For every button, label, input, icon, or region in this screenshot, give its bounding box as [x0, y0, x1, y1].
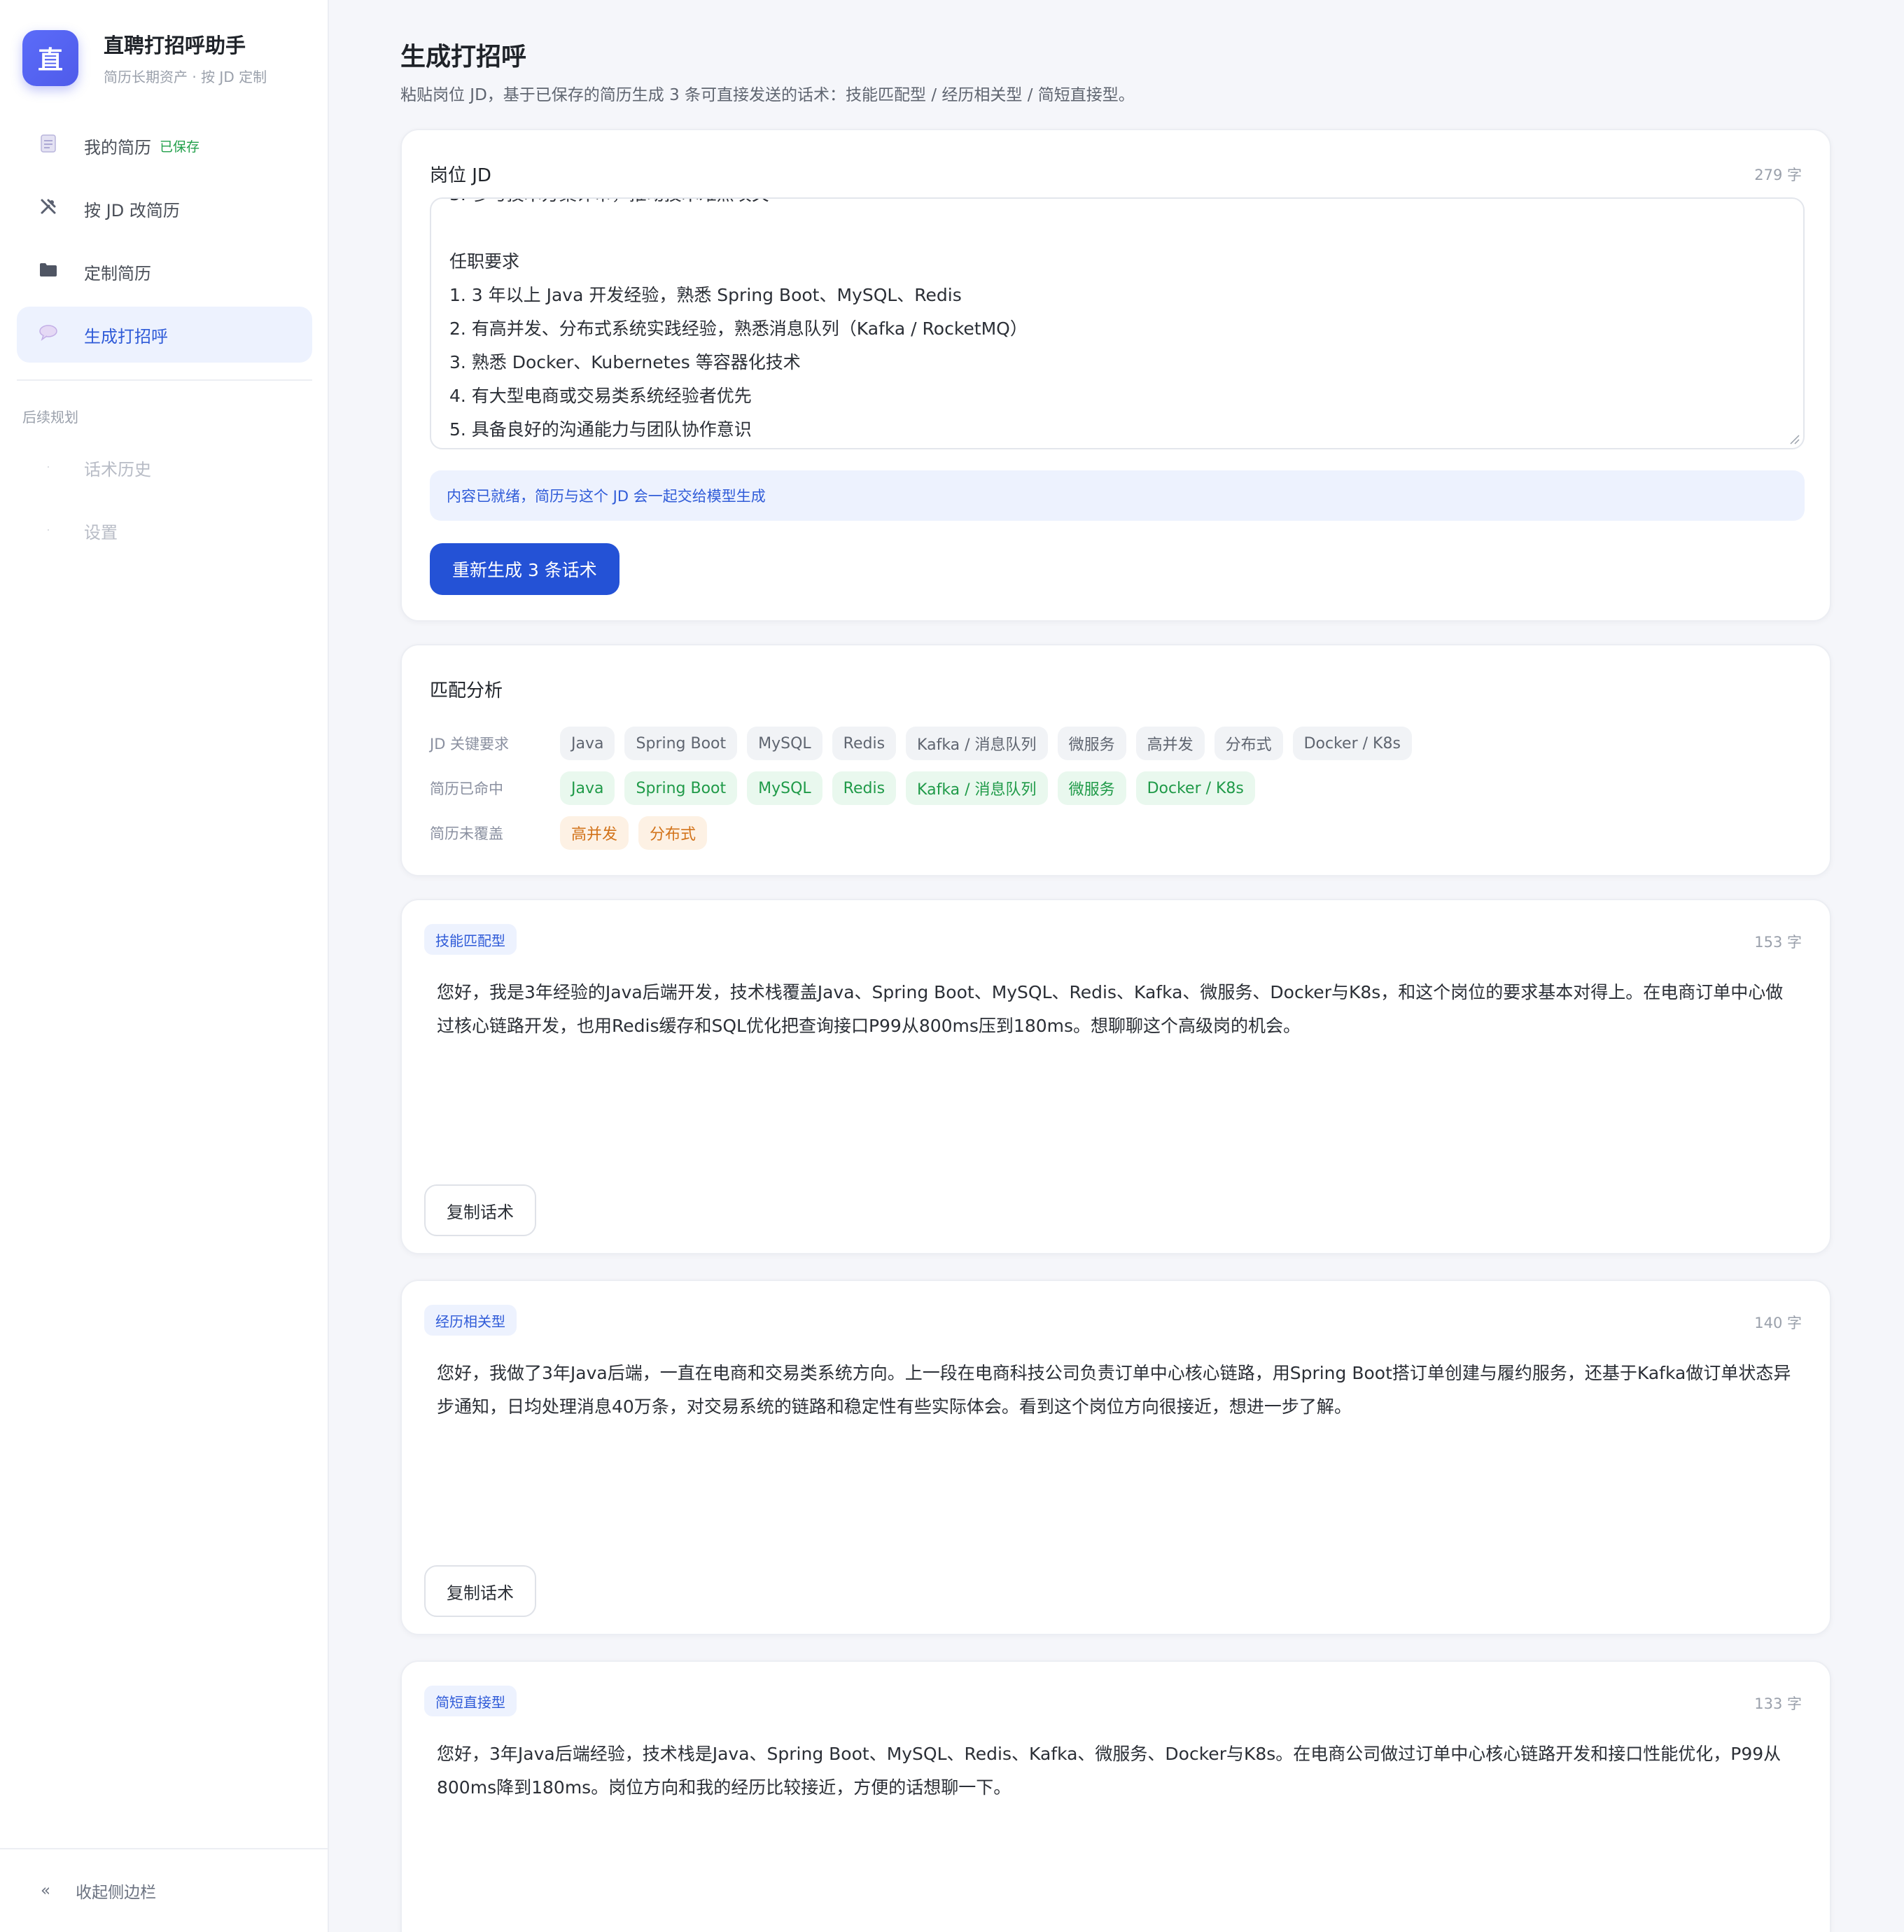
sidebar-divider: [17, 379, 312, 381]
script-card-experience: 经历相关型 140 字 您好，我做了3年Java后端，一直在电商和交易类系统方向…: [400, 1280, 1831, 1635]
sidebar-item-label: 生成打招呼: [84, 326, 168, 346]
jd-text: 3. 参与技术方案评审，推动技术难点攻关任职要求 1. 3 年以上 Java 开发…: [449, 199, 1028, 447]
collapse-sidebar-button[interactable]: « 收起侧边栏: [0, 1848, 329, 1932]
script-card-skill-match: 技能匹配型 153 字 您好，我是3年经验的Java后端开发，技术栈覆盖Java…: [400, 899, 1831, 1254]
keyword-tag: 分布式: [638, 816, 708, 850]
jd-textarea[interactable]: 3. 参与技术方案评审，推动技术难点攻关任职要求 1. 3 年以上 Java 开发…: [430, 197, 1805, 449]
script-text: 您好，3年Java后端经验，技术栈是Java、Spring Boot、MySQL…: [437, 1744, 1782, 1798]
keyword-tag: Redis: [832, 771, 897, 805]
ready-notice: 内容已就绪，简历与这个 JD 会一起交给模型生成: [430, 470, 1805, 521]
script-char-count: 133 字: [1754, 1695, 1802, 1712]
match-row-hit: 简历已命中 Java Spring Boot MySQL Redis Kafka / 消息…: [430, 771, 1265, 805]
script-type-badge: 技能匹配型: [424, 924, 517, 955]
brand: 直 直聘打招呼助手 简历长期资产 · 按 JD 定制: [22, 29, 267, 86]
keyword-tag: Spring Boot: [624, 771, 738, 805]
sidebar-nav: 我的简历 已保存 按 JD 改简历 定制简历 生成打招呼: [17, 118, 312, 370]
match-row-req: JD 关键要求 Java Spring Boot MySQL Redis Kafka / …: [430, 727, 1422, 760]
copy-script-button[interactable]: 复制话术: [424, 1565, 536, 1617]
sidebar-item-label: 我的简历: [84, 137, 151, 158]
keyword-tag: Kafka / 消息队列: [906, 771, 1048, 805]
match-row-miss: 简历未覆盖 高并发 分布式: [430, 816, 717, 850]
jd-card: 岗位 JD 279 字 3. 参与技术方案评审，推动技术难点攻关任职要求 1. 3…: [400, 129, 1831, 622]
script-type-badge: 简短直接型: [424, 1686, 517, 1716]
copy-script-button[interactable]: 复制话术: [424, 1184, 536, 1236]
keyword-tag: Redis: [832, 727, 897, 760]
script-char-count: 140 字: [1754, 1315, 1802, 1331]
jd-line: [449, 211, 1028, 245]
script-text: 您好，我是3年经验的Java后端开发，技术栈覆盖Java、Spring Boot…: [437, 982, 1784, 1036]
keyword-tag: MySQL: [747, 727, 822, 760]
jd-line: 3. 熟悉 Docker、Kubernetes 等容器化技术: [449, 352, 801, 372]
keyword-tag: Docker / K8s: [1292, 727, 1412, 760]
jd-line: 3. 参与技术方案评审，推动技术难点攻关: [449, 199, 1028, 211]
page-description: 粘贴岗位 JD，基于已保存的简历生成 3 条可直接发送的话术：技能匹配型 / 经…: [400, 86, 1135, 104]
match-analysis-card: 匹配分析 JD 关键要求 Java Spring Boot MySQL Redis Kaf…: [400, 644, 1831, 876]
keyword-tag: 分布式: [1214, 727, 1283, 760]
app-logo: 直: [22, 29, 78, 86]
jd-char-count: 279 字: [1754, 167, 1802, 183]
jd-line: 4. 有大型电商或交易类系统经验者优先: [449, 386, 752, 406]
jd-line: 任职要求: [449, 251, 520, 272]
saved-badge: 已保存: [160, 139, 200, 155]
chat-bubble-icon: [38, 324, 59, 345]
sidebar-item-edit-by-jd[interactable]: 按 JD 改简历: [17, 181, 312, 237]
match-row-label: 简历未覆盖: [430, 825, 503, 842]
match-row-label: JD 关键要求: [430, 736, 510, 752]
script-char-count: 153 字: [1754, 934, 1802, 951]
sidebar-item-label: 设置: [84, 522, 118, 542]
sidebar: 直 直聘打招呼助手 简历长期资产 · 按 JD 定制 我的简历 已保存 按 JD…: [0, 0, 329, 1932]
sidebar-item-settings: · 设置: [17, 503, 312, 559]
jd-line: 2. 有高并发、分布式系统实践经验，熟悉消息队列（Kafka / RocketM…: [449, 318, 1028, 339]
regenerate-button[interactable]: 重新生成 3 条话术: [430, 543, 620, 595]
sidebar-item-custom-resume[interactable]: 定制简历: [17, 244, 312, 300]
app-subtitle: 简历长期资产 · 按 JD 定制: [104, 69, 267, 85]
dot-icon: ·: [46, 525, 50, 536]
match-card-title: 匹配分析: [430, 680, 503, 701]
script-text: 您好，我做了3年Java后端，一直在电商和交易类系统方向。上一段在电商科技公司负…: [437, 1363, 1791, 1417]
sidebar-item-my-resume[interactable]: 我的简历 已保存: [17, 118, 312, 174]
app-title: 直聘打招呼助手: [104, 34, 246, 57]
jd-line: 5. 具备良好的沟通能力与团队协作意识: [449, 419, 752, 440]
script-type-badge: 经历相关型: [424, 1305, 517, 1336]
keyword-tag: Java: [560, 727, 615, 760]
collapse-sidebar-label: 收起侧边栏: [76, 1884, 157, 1902]
keyword-tag: 高并发: [1135, 727, 1205, 760]
document-icon: [38, 134, 59, 157]
sidebar-item-label: 按 JD 改简历: [84, 200, 180, 220]
keyword-tag: MySQL: [747, 771, 822, 805]
page-title: 生成打招呼: [400, 43, 527, 71]
keyword-tag: Spring Boot: [624, 727, 738, 760]
sidebar-item-generate-greeting[interactable]: 生成打招呼: [17, 307, 312, 363]
match-row-label: 简历已命中: [430, 780, 503, 797]
sidebar-future-nav: · 话术历史 · 设置: [17, 440, 312, 566]
keyword-tag: Java: [560, 771, 615, 805]
folder-icon: [38, 262, 59, 281]
keyword-tag: 高并发: [560, 816, 629, 850]
keyword-tag: Docker / K8s: [1135, 771, 1255, 805]
sidebar-item-label: 定制简历: [84, 263, 151, 284]
jd-line: 1. 3 年以上 Java 开发经验，熟悉 Spring Boot、MySQL、…: [449, 285, 962, 305]
keyword-tag: 微服务: [1057, 771, 1126, 805]
script-card-brief: 简短直接型 133 字 您好，3年Java后端经验，技术栈是Java、Sprin…: [400, 1660, 1831, 1932]
section-label-future: 后续规划: [22, 409, 78, 426]
jd-card-title: 岗位 JD: [430, 165, 491, 186]
keyword-tag: Kafka / 消息队列: [906, 727, 1048, 760]
sidebar-item-label: 话术历史: [84, 459, 151, 479]
keyword-tag: 微服务: [1057, 727, 1126, 760]
resize-handle-icon[interactable]: [1788, 433, 1800, 445]
double-chevron-left-icon: «: [41, 1882, 51, 1900]
tools-icon: [38, 197, 59, 220]
dot-icon: ·: [46, 462, 50, 473]
sidebar-item-script-history: · 话术历史: [17, 440, 312, 496]
